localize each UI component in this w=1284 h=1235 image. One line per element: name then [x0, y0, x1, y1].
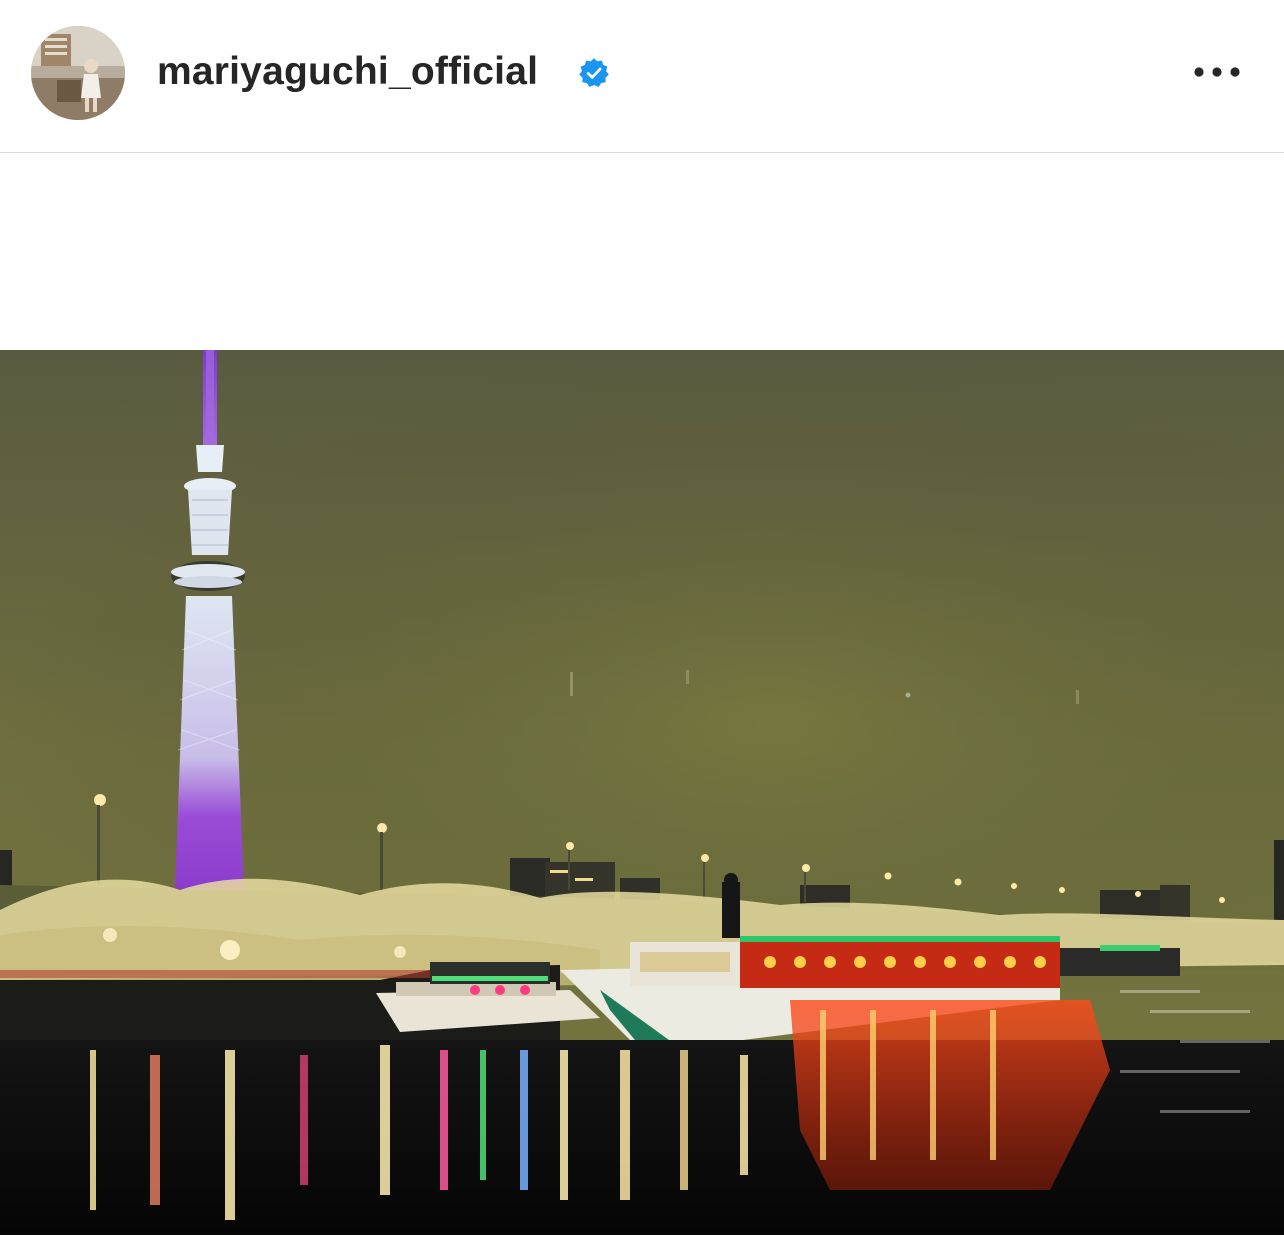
verified-badge-icon [579, 58, 609, 87]
more-horizontal-icon[interactable] [1188, 54, 1246, 90]
media-top-padding [0, 153, 1284, 350]
photo-scene [0, 350, 1284, 1235]
night-river-photo[interactable] [0, 350, 1284, 1235]
username[interactable]: mariyaguchi_official [157, 50, 538, 94]
avatar-image [31, 26, 125, 120]
instagram-post: mariyaguchi_official [0, 0, 1284, 1235]
profile-avatar[interactable] [31, 26, 125, 120]
post-header: mariyaguchi_official [0, 0, 1284, 153]
